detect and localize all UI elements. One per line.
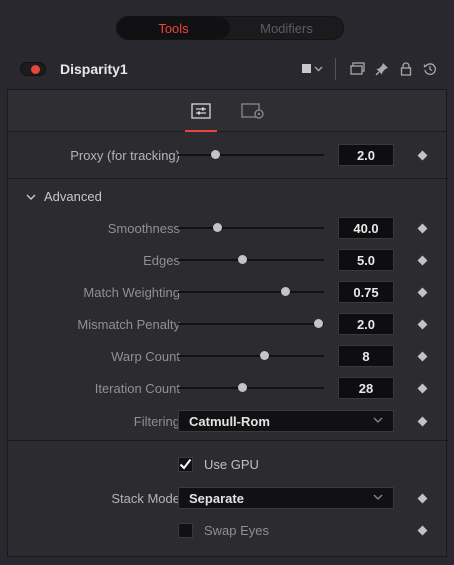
iteration-count-slider[interactable] (178, 383, 324, 392)
swap-eyes-checkbox[interactable] (178, 522, 193, 538)
warp-count-label: Warp Count (111, 348, 180, 364)
toggle-dot (31, 65, 40, 74)
chevron-down-icon (26, 194, 36, 200)
tab-controls[interactable] (183, 94, 219, 132)
filtering-row: Filtering Catmull-Rom (8, 409, 448, 433)
advanced-section-header[interactable]: Advanced (26, 189, 102, 204)
param-row-match-weighting: Match Weighting 0.75 (8, 280, 448, 304)
filtering-label: Filtering (133, 413, 180, 429)
match-weighting-label: Match Weighting (83, 284, 180, 300)
smoothness-slider[interactable] (178, 223, 324, 232)
proxy-slider[interactable] (178, 150, 324, 159)
chevron-down-icon (373, 494, 383, 500)
settings-icon (241, 102, 264, 119)
mismatch-penalty-keyframe-icon[interactable] (417, 319, 428, 329)
match-weighting-knob[interactable] (280, 287, 290, 296)
versions-icon[interactable] (346, 57, 370, 81)
tool-enable-toggle[interactable] (20, 62, 46, 76)
proxy-label: Proxy (for tracking) (70, 147, 180, 163)
inspector-subtabs (8, 90, 446, 132)
tools-modifiers-tabs: Tools Modifiers (116, 16, 344, 40)
match-weighting-value[interactable]: 0.75 (338, 281, 394, 303)
param-row-smoothness: Smoothness 40.0 (8, 216, 448, 240)
iteration-count-label: Iteration Count (94, 380, 180, 396)
stack-mode-label: Stack Mode (111, 490, 180, 506)
param-row-iteration-count: Iteration Count 28 (8, 376, 448, 400)
param-row-mismatch-penalty: Mismatch Penalty 2.0 (8, 312, 448, 336)
divider (8, 440, 448, 441)
smoothness-keyframe-icon[interactable] (417, 223, 428, 233)
edges-value[interactable]: 5.0 (338, 249, 394, 271)
tab-settings[interactable] (235, 94, 271, 128)
tab-modifiers[interactable]: Modifiers (230, 17, 343, 39)
mismatch-penalty-label: Mismatch Penalty (77, 316, 180, 332)
proxy-row: Proxy (for tracking) 2.0 (8, 143, 448, 167)
warp-count-keyframe-icon[interactable] (417, 351, 428, 361)
tool-header: Disparity1 (12, 54, 442, 84)
header-actions (301, 54, 442, 84)
use-gpu-row: Use GPU (8, 452, 448, 476)
warp-count-slider[interactable] (178, 351, 324, 360)
use-gpu-label: Use GPU (204, 456, 259, 472)
stack-mode-dropdown[interactable]: Separate (178, 487, 394, 509)
iteration-count-knob[interactable] (238, 383, 248, 392)
stack-mode-row: Stack Mode Separate (8, 486, 448, 510)
divider (8, 178, 448, 179)
smoothness-label: Smoothness (107, 220, 180, 236)
swap-eyes-row: Swap Eyes (8, 518, 448, 542)
tab-tools[interactable]: Tools (117, 17, 230, 39)
proxy-slider-knob[interactable] (210, 150, 220, 159)
match-weighting-slider[interactable] (178, 287, 324, 296)
proxy-value[interactable]: 2.0 (338, 144, 394, 166)
mismatch-penalty-knob[interactable] (314, 319, 324, 328)
iteration-count-value[interactable]: 28 (338, 377, 394, 399)
iteration-count-keyframe-icon[interactable] (417, 383, 428, 393)
smoothness-knob[interactable] (213, 223, 223, 232)
edges-slider[interactable] (178, 255, 324, 264)
filtering-keyframe-icon[interactable] (417, 416, 428, 426)
edges-label: Edges (143, 252, 180, 268)
header-divider (335, 58, 336, 80)
advanced-label: Advanced (44, 189, 102, 204)
pin-icon[interactable] (370, 57, 394, 81)
param-row-warp-count: Warp Count 8 (8, 344, 448, 368)
smoothness-value[interactable]: 40.0 (338, 217, 394, 239)
reset-icon[interactable] (418, 57, 442, 81)
edges-keyframe-icon[interactable] (417, 255, 428, 265)
tool-name[interactable]: Disparity1 (60, 61, 128, 77)
use-gpu-checkbox[interactable] (178, 456, 193, 472)
stack-mode-value: Separate (189, 490, 244, 506)
swap-eyes-keyframe-icon[interactable] (417, 525, 428, 535)
filtering-value: Catmull-Rom (189, 413, 270, 429)
warp-count-value[interactable]: 8 (338, 345, 394, 367)
proxy-keyframe-icon[interactable] (417, 150, 428, 160)
warp-count-knob[interactable] (260, 351, 270, 360)
param-row-edges: Edges 5.0 (8, 248, 448, 272)
lock-icon[interactable] (394, 57, 418, 81)
checkmark-icon (179, 458, 192, 470)
sliders-icon (191, 102, 211, 119)
inspector-panel: Proxy (for tracking) 2.0 Advanced Smooth… (7, 89, 448, 557)
match-weighting-keyframe-icon[interactable] (417, 287, 428, 297)
color-swatch-icon[interactable] (301, 57, 325, 81)
mismatch-penalty-slider[interactable] (178, 319, 324, 328)
edges-knob[interactable] (238, 255, 248, 264)
swap-eyes-label: Swap Eyes (204, 522, 270, 538)
stack-mode-keyframe-icon[interactable] (417, 493, 428, 503)
chevron-down-icon (373, 417, 383, 423)
filtering-dropdown[interactable]: Catmull-Rom (178, 410, 394, 432)
mismatch-penalty-value[interactable]: 2.0 (338, 313, 394, 335)
